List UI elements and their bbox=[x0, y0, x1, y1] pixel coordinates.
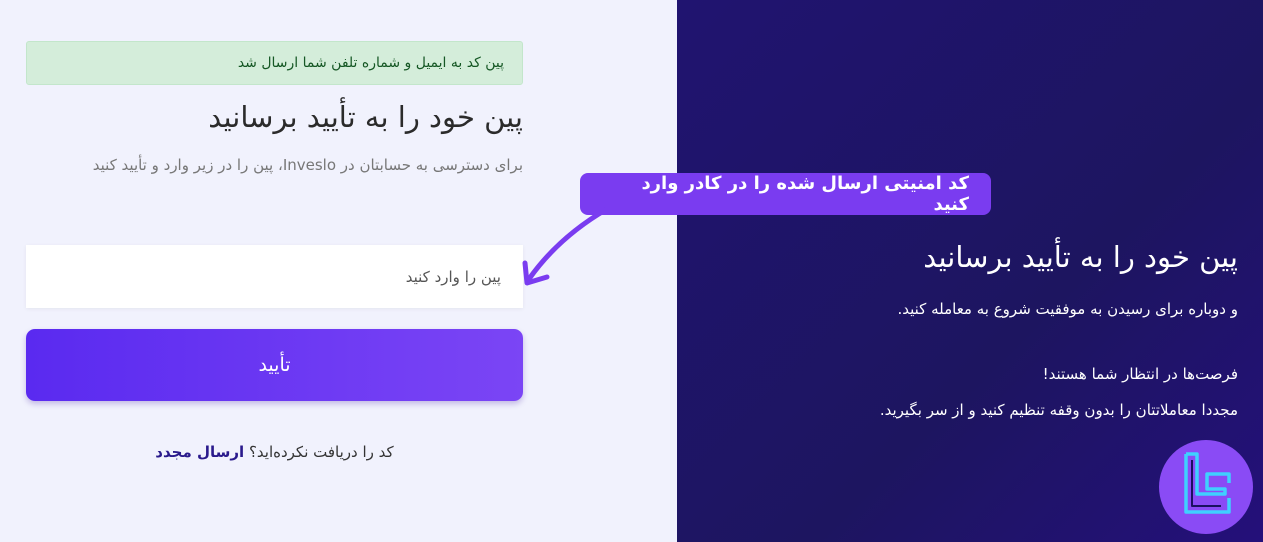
callout-text: کد امنیتی ارسال شده را در کادر وارد کنید bbox=[641, 173, 969, 215]
promo-line-1: و دوباره برای رسیدن به موفقیت شروع به مع… bbox=[897, 300, 1238, 318]
resend-prompt: کد را دریافت نکرده‌اید؟ bbox=[248, 443, 394, 461]
brand-logo-icon bbox=[1184, 452, 1231, 514]
instruction-callout: کد امنیتی ارسال شده را در کادر وارد کنید bbox=[580, 173, 991, 215]
page-title: پین خود را به تأیید برسانید bbox=[208, 100, 523, 134]
page-subtitle: برای دسترسی به حسابتان در Inveslo، پین ر… bbox=[92, 156, 523, 174]
resend-row: کد را دریافت نکرده‌اید؟ ارسال مجدد bbox=[26, 443, 523, 461]
promo-line-2: فرصت‌ها در انتظار شما هستند! bbox=[1042, 365, 1238, 383]
promo-line-3: مجددا معاملاتتان را بدون وقفه تنظیم کنید… bbox=[879, 401, 1238, 419]
curved-arrow-icon bbox=[522, 206, 610, 286]
pin-input[interactable] bbox=[26, 245, 523, 308]
brand-logo bbox=[1159, 440, 1253, 534]
resend-link[interactable]: ارسال مجدد bbox=[155, 443, 244, 461]
alert-text: پین کد به ایمیل و شماره تلفن شما ارسال ش… bbox=[237, 55, 504, 71]
confirm-button[interactable]: تأیید bbox=[26, 329, 523, 401]
promo-title: پین خود را به تأیید برسانید bbox=[923, 240, 1238, 274]
success-alert: پین کد به ایمیل و شماره تلفن شما ارسال ش… bbox=[26, 41, 523, 85]
